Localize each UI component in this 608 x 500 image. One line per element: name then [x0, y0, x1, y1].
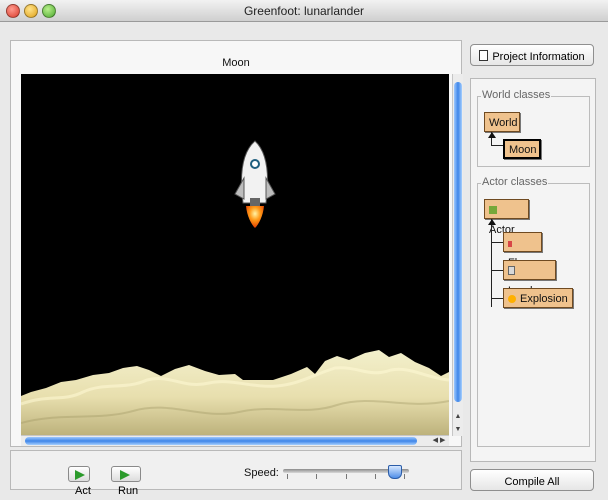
play-icon — [119, 470, 130, 481]
greenfoot-window: Greenfoot: lunarlander Moon ▲ ▼ ◀ ▶ Act … — [0, 0, 608, 500]
act-label: Act — [75, 485, 91, 497]
document-icon — [479, 50, 489, 61]
compile-all-label: Compile All — [504, 476, 560, 488]
world-classes-title: World classes — [481, 89, 552, 101]
speed-slider-knob[interactable] — [387, 465, 402, 479]
class-browser: World classes World Moon Actor classes A… — [470, 78, 596, 462]
explosion-class[interactable]: Explosion — [503, 288, 573, 308]
lander-class[interactable]: Lander — [503, 260, 556, 297]
window-title: Greenfoot: lunarlander — [243, 4, 365, 18]
play-icon — [75, 470, 85, 481]
speed-slider[interactable] — [283, 465, 409, 479]
project-information-button[interactable]: Project Information — [470, 44, 594, 66]
world-class[interactable]: World — [484, 112, 520, 132]
moon-scene — [21, 74, 449, 435]
project-information-label: Project Information — [492, 51, 585, 63]
world-class-label: World — [489, 117, 518, 129]
horizontal-scroll-arrows[interactable]: ◀ ▶ — [429, 436, 449, 446]
vertical-scroll-thumb[interactable] — [454, 82, 462, 402]
lander-icon — [508, 266, 515, 275]
speed-label: Speed: — [244, 467, 279, 479]
vertical-scrollbar[interactable]: ▲ ▼ — [452, 74, 463, 436]
actor-classes-title: Actor classes — [481, 176, 549, 188]
actor-classes-group: Actor classes Actor Flag Lander Explosio… — [477, 176, 590, 447]
world-panel: Moon ▲ ▼ ◀ ▶ — [10, 40, 463, 447]
explosion-class-label: Explosion — [520, 293, 568, 305]
flag-class[interactable]: Flag — [503, 232, 542, 269]
explosion-icon — [508, 295, 516, 303]
world-title: Moon — [222, 57, 250, 69]
moon-class[interactable]: Moon — [503, 139, 541, 159]
horizontal-scroll-thumb[interactable] — [25, 437, 417, 445]
horizontal-scrollbar[interactable]: ◀ ▶ — [21, 435, 449, 446]
run-label: Run — [118, 485, 139, 497]
world-classes-group: World classes World Moon — [477, 89, 590, 167]
vertical-scroll-arrows[interactable]: ▲ ▼ — [453, 410, 463, 436]
world-canvas[interactable] — [21, 74, 449, 435]
act-button[interactable]: Act — [68, 466, 91, 497]
title-bar: Greenfoot: lunarlander — [0, 0, 608, 22]
flag-icon — [508, 241, 512, 247]
run-button[interactable]: Run — [111, 466, 141, 497]
actor-class[interactable]: Actor — [484, 199, 529, 236]
compile-all-button[interactable]: Compile All — [470, 469, 594, 491]
execution-controls: Act Run Speed: — [10, 450, 462, 497]
actor-class-icon — [489, 206, 497, 214]
moon-class-label: Moon — [509, 144, 537, 156]
